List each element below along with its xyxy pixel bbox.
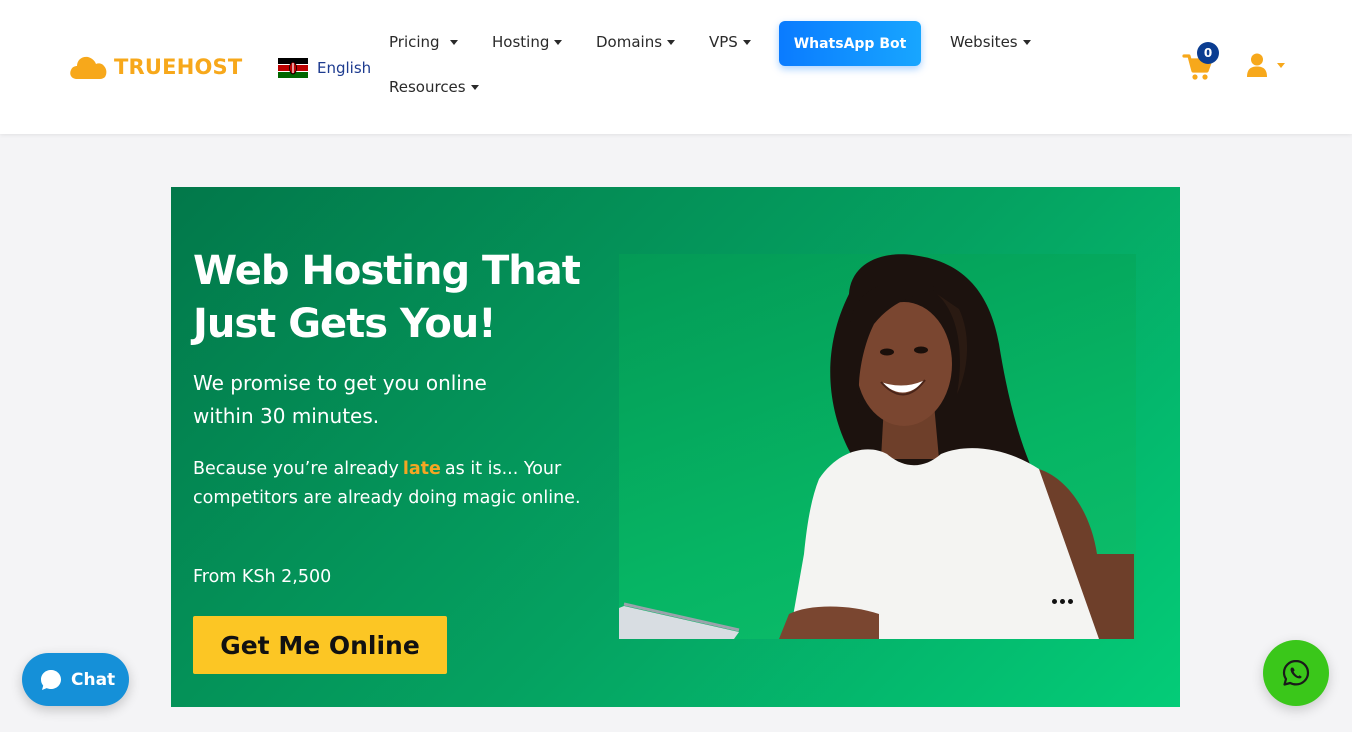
carousel-dots[interactable] — [1052, 599, 1073, 604]
hero-because-text: Because you’re already late as it is... Yo… — [193, 455, 593, 513]
cart-count-badge: 0 — [1197, 42, 1219, 64]
user-icon — [1247, 53, 1267, 77]
caret-down-icon — [1277, 62, 1285, 68]
nav-pricing[interactable]: Pricing — [389, 33, 458, 51]
truehost-logo[interactable]: TRUEHOST — [68, 52, 242, 82]
caret-down-icon — [742, 39, 751, 45]
nav-hosting-label: Hosting — [492, 33, 550, 51]
caret-down-icon — [554, 39, 563, 45]
nav-vps-label: VPS — [709, 33, 738, 51]
nav-pricing-label: Pricing — [389, 33, 440, 51]
language-selector[interactable]: English — [278, 58, 371, 78]
woman-with-tablet-illustration — [619, 254, 1134, 639]
nav-websites-label: Websites — [950, 33, 1018, 51]
nav-resources-label: Resources — [389, 78, 466, 96]
brand-name: TRUEHOST — [114, 55, 243, 79]
language-label: English — [317, 59, 372, 77]
chat-bubble-icon — [41, 669, 61, 690]
nav-resources[interactable]: Resources — [389, 78, 479, 96]
hero-promise: We promise to get you online within 30 m… — [193, 371, 487, 428]
cloud-logo-icon — [70, 56, 107, 79]
whatsapp-icon — [1282, 659, 1310, 686]
site-header: TRUEHOST English Pricing Hosting Domains… — [0, 0, 1352, 134]
cart-button[interactable]: 0 — [1182, 42, 1219, 82]
chat-label: Chat — [71, 669, 116, 690]
whatsapp-chat-button[interactable] — [1263, 640, 1329, 706]
chat-button[interactable]: Chat — [22, 653, 129, 706]
nav-vps[interactable]: VPS — [709, 33, 751, 51]
hero-banner: Web Hosting That Just Gets You! We promi… — [171, 187, 1180, 707]
caret-down-icon — [1022, 39, 1031, 45]
carousel-dot[interactable] — [1052, 599, 1057, 604]
caret-down-icon — [470, 84, 479, 90]
caret-down-icon — [667, 39, 676, 45]
because-before: Because you’re already — [193, 459, 399, 479]
carousel-dot[interactable] — [1068, 599, 1073, 604]
caret-down-icon — [449, 39, 458, 45]
nav-hosting[interactable]: Hosting — [492, 33, 563, 51]
hero-woman-photo — [619, 254, 1136, 639]
hero-price: From KSh 2,500 — [193, 567, 332, 587]
nav-websites[interactable]: Websites — [950, 33, 1031, 51]
carousel-dot[interactable] — [1060, 599, 1065, 604]
get-me-online-button[interactable]: Get Me Online — [193, 616, 447, 674]
late-highlight: late — [402, 459, 441, 479]
user-account-menu[interactable] — [1246, 53, 1285, 77]
nav-domains[interactable]: Domains — [596, 33, 676, 51]
kenya-flag-icon — [278, 58, 308, 78]
nav-domains-label: Domains — [596, 33, 663, 51]
hero-title: Web Hosting That Just Gets You! — [193, 248, 581, 347]
whatsapp-bot-button[interactable]: WhatsApp Bot — [779, 21, 921, 66]
